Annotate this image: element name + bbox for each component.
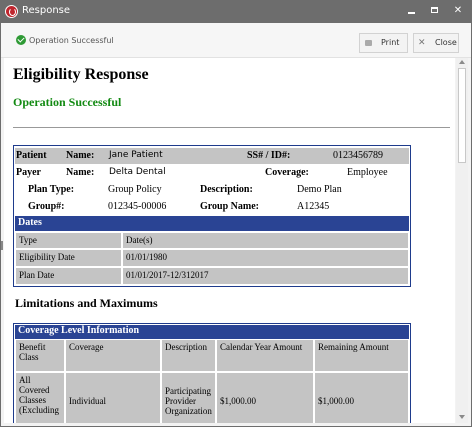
minimize-button[interactable] [404,3,420,19]
printer-icon [365,40,372,46]
limitations-title: Limitations and Maximums [15,296,158,310]
coverage-level-table: Coverage Level Information Benefit Class… [13,323,411,423]
resize-handle[interactable] [1,241,3,250]
page-title: Eligibility Response [13,66,149,83]
coverage-value: Employee [347,167,388,178]
response-content: Eligibility Response Operation Successfu… [4,58,455,423]
divider [13,127,450,128]
cov-cell-description: Participating Provider Organization [161,372,216,423]
dates-cell-type-0: Eligibility Date [15,249,122,267]
dates-header-label: Dates [18,217,42,228]
dates-cell-date-1: 01/01/2017-12/312017 [122,267,409,285]
plan-type-label: Plan Type: [28,184,75,195]
patient-label: Patient [16,150,47,161]
maximize-button[interactable] [427,3,443,19]
print-button[interactable]: Print [359,33,408,53]
response-window: Response ✕ Operation Successful Print ✕ … [0,0,472,427]
print-label: Print [381,38,400,47]
title-bar[interactable]: Response ✕ [1,1,471,23]
page-status: Operation Successful [13,95,122,109]
scroll-up-icon[interactable] [459,60,465,64]
cov-cell-benefit-class: All Covered Classes (Excluding [15,372,65,423]
cov-col-remaining: Remaining Amount [314,339,409,372]
ssn-value: 0123456789 [333,150,383,161]
maximize-icon [431,7,438,13]
dates-cell-type-1: Plan Date [15,267,122,285]
cov-col-description: Description [161,339,216,372]
plan-type-value: Group Policy [108,184,162,195]
minimize-icon [408,12,415,14]
eligibility-summary: Patient Name: Jane Patient SS# / ID#: 01… [13,145,411,287]
payer-name-label: Name: [66,167,95,178]
dates-cell-date-0: 01/01/1980 [122,249,409,267]
cov-col-benefit-class: Benefit Class [15,339,65,372]
close-label: Close [435,38,457,47]
ssn-label: SS# / ID#: [247,150,291,161]
patient-name: Jane Patient [109,150,163,160]
close-window-icon: ✕ [453,5,463,16]
payer-name: Delta Dental [109,167,166,177]
window-title: Response [22,5,71,16]
patient-name-label: Name: [66,150,95,161]
coverage-level-header: Coverage Level Information [15,325,409,339]
scroll-thumb[interactable] [458,68,466,163]
dates-col-dates: Date(s) [122,232,409,249]
group-name-value: A12345 [297,201,330,212]
group-value: 012345-00006 [108,201,167,212]
coverage-level-header-label: Coverage Level Information [18,325,140,336]
payer-label: Payer [16,167,41,178]
dates-header: Dates [15,216,409,231]
description-label: Description: [200,184,253,195]
group-label: Group#: [28,201,65,212]
vertical-scrollbar[interactable] [456,58,468,423]
toolbar: Operation Successful Print ✕ Close [1,23,471,58]
close-button[interactable]: ✕ Close [413,33,459,53]
group-name-label: Group Name: [200,201,259,212]
description-value: Demo Plan [297,184,342,195]
cov-col-calendar-year: Calendar Year Amount [216,339,314,372]
close-icon: ✕ [418,38,426,48]
operation-status-text: Operation Successful [29,36,114,45]
operation-status: Operation Successful [16,35,114,45]
close-window-button[interactable]: ✕ [450,3,466,19]
check-circle-icon [16,35,26,45]
cov-cell-calendar-year: $1,000.00 [216,372,314,423]
cov-col-coverage: Coverage [65,339,161,372]
cov-cell-coverage: Individual [65,372,161,423]
cov-cell-remaining: $1,000.00 [314,372,409,423]
app-logo-icon [5,5,18,18]
coverage-label: Coverage: [265,167,309,178]
dates-col-type: Type [15,232,122,249]
scroll-down-icon[interactable] [459,415,465,419]
